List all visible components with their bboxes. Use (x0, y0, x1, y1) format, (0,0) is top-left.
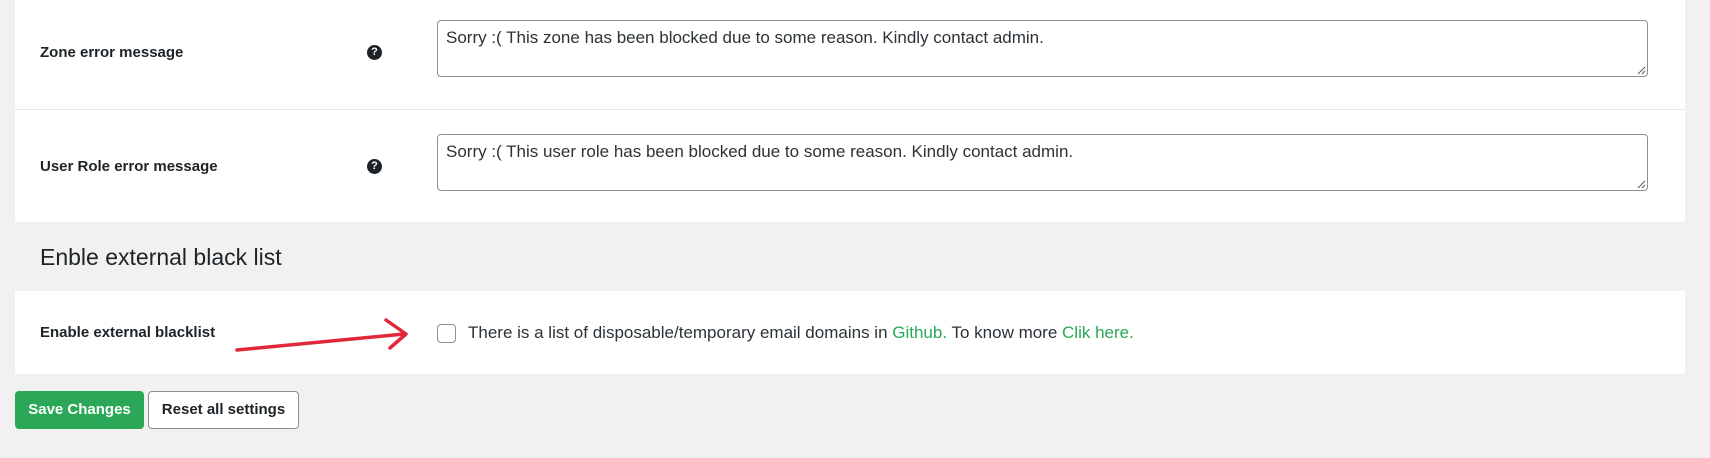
save-changes-button[interactable]: Save Changes (15, 391, 144, 429)
user-role-error-value: Sorry :( This user role has been blocked… (446, 142, 1074, 161)
zone-error-textarea[interactable]: Sorry :( This zone has been blocked due … (437, 20, 1648, 77)
row-divider (15, 109, 1685, 110)
external-blacklist-label: Enable external blacklist (40, 324, 216, 341)
annotation-arrow-icon (235, 318, 408, 352)
reset-settings-button[interactable]: Reset all settings (148, 391, 299, 429)
help-icon[interactable]: ? (367, 45, 382, 60)
settings-panel-top: Zone error message ? Sorry :( This zone … (15, 0, 1685, 222)
zone-error-value: Sorry :( This zone has been blocked due … (446, 28, 1044, 47)
external-blacklist-description: There is a list of disposable/temporary … (468, 323, 1134, 343)
user-role-error-textarea[interactable]: Sorry :( This user role has been blocked… (437, 134, 1648, 191)
description-text-middle: To know more (947, 323, 1063, 342)
user-role-error-label: User Role error message (40, 158, 218, 175)
description-text-before: There is a list of disposable/temporary … (468, 323, 893, 342)
github-link[interactable]: Github. (892, 323, 947, 342)
external-blacklist-checkbox[interactable] (437, 324, 456, 343)
zone-error-label: Zone error message (40, 44, 184, 61)
section-heading: Enble external black list (40, 244, 282, 270)
more-info-link[interactable]: Clik here. (1062, 323, 1134, 342)
help-icon[interactable]: ? (367, 159, 382, 174)
resize-grip-icon[interactable] (1636, 179, 1646, 189)
resize-grip-icon[interactable] (1636, 65, 1646, 75)
